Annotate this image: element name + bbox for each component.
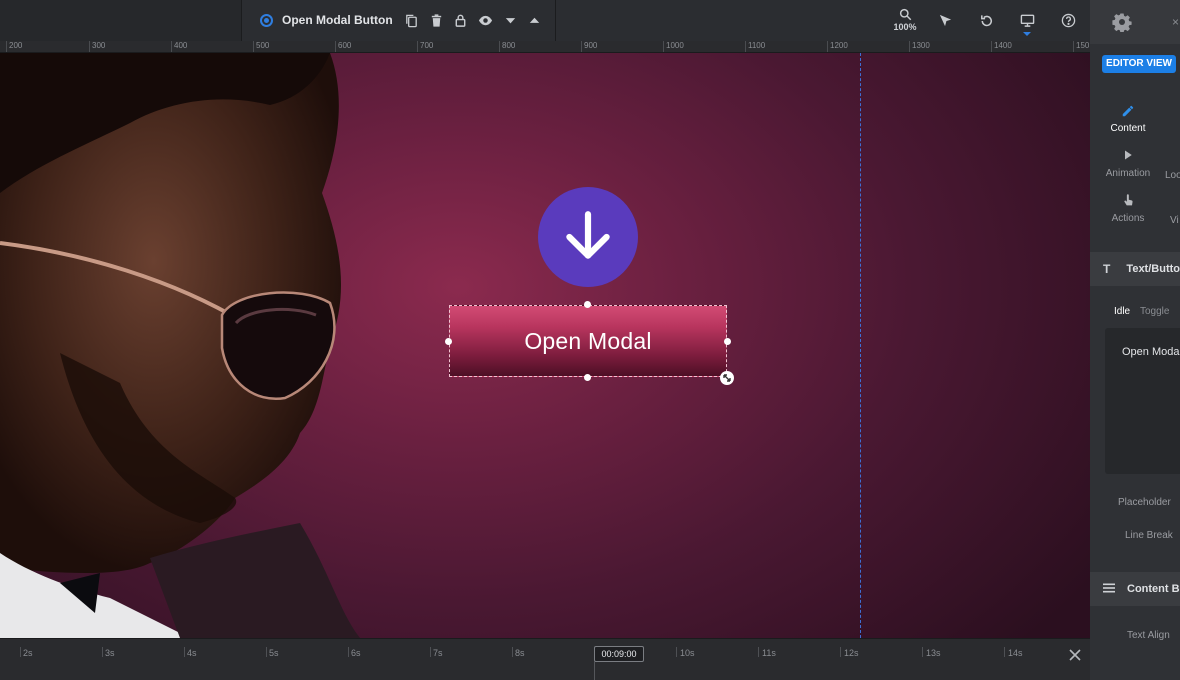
guide-line [860, 53, 861, 638]
ruler-label: 600 [338, 41, 352, 50]
text-align-label: Text Align [1127, 630, 1170, 641]
text-t-icon: T [1103, 262, 1111, 276]
layer-radio-icon[interactable] [260, 14, 273, 27]
search-icon [899, 8, 911, 21]
close-icon[interactable] [1067, 647, 1083, 663]
timeline[interactable]: 2s 3s 4s 5s 6s 7s 8s 10s 11s 12s 13s 14s… [0, 638, 1090, 680]
timeline-label: 13s [926, 648, 941, 658]
resize-handle-top[interactable] [584, 301, 591, 308]
panel-header: × [1090, 0, 1180, 44]
ruler-label: 150 [1076, 41, 1090, 50]
horizontal-ruler: 200 300 400 500 600 700 800 900 1000 110… [0, 41, 1090, 53]
timeline-label: 2s [23, 648, 33, 658]
ruler-label: 500 [256, 41, 270, 50]
resize-handle-left[interactable] [445, 338, 452, 345]
cursor-icon[interactable] [936, 11, 954, 29]
timeline-label: 7s [433, 648, 443, 658]
monitor-active-indicator [1023, 32, 1031, 36]
timeline-label: 6s [351, 648, 361, 658]
button-text-field[interactable]: Open Moda [1105, 328, 1180, 474]
tab-animation-label: Animation [1105, 168, 1151, 179]
ruler-label: 400 [174, 41, 188, 50]
ruler-label: 700 [420, 41, 434, 50]
portrait-image [0, 53, 360, 638]
tab-loop-fragment[interactable]: Loo [1165, 170, 1180, 181]
resize-handle-right[interactable] [724, 338, 731, 345]
ruler-label: 1200 [830, 41, 848, 50]
caret-down-icon[interactable] [501, 11, 519, 29]
pencil-icon [1090, 104, 1166, 120]
timeline-label: 14s [1008, 648, 1023, 658]
list-icon [1103, 582, 1115, 597]
tab-visibility-fragment[interactable]: Vi [1170, 215, 1179, 226]
timeline-playhead[interactable] [594, 661, 595, 680]
play-icon [1090, 149, 1166, 165]
lock-icon[interactable] [451, 11, 469, 29]
eye-icon[interactable] [476, 11, 494, 29]
timeline-label: 12s [844, 648, 859, 658]
panel-close-fragment[interactable]: × [1172, 15, 1179, 29]
open-modal-button-label: Open Modal [524, 327, 652, 354]
line-break-label: Line Break [1125, 530, 1173, 541]
section-content-box-title: Content Bo [1127, 583, 1180, 595]
undo-icon[interactable] [977, 11, 995, 29]
help-icon[interactable] [1059, 11, 1077, 29]
hand-pointer-icon [1090, 194, 1166, 210]
open-modal-button[interactable]: Open Modal [449, 305, 727, 377]
ruler-label: 1300 [912, 41, 930, 50]
slide-canvas[interactable]: Open Modal [0, 53, 1090, 638]
toolbar-left-area [0, 0, 242, 41]
tab-actions-label: Actions [1111, 213, 1145, 224]
tab-animation[interactable]: Animation [1090, 149, 1166, 179]
timeline-label: 10s [680, 648, 695, 658]
gear-icon[interactable] [1112, 12, 1132, 32]
timeline-label: 11s [762, 648, 776, 658]
section-text-button-title: Text/Butto [1126, 263, 1180, 275]
ruler-label: 1000 [666, 41, 684, 50]
ruler-label: 200 [9, 41, 23, 50]
section-content-box[interactable]: Content Bo [1090, 572, 1180, 606]
editor-view-button[interactable]: EDITOR VIEW [1102, 55, 1176, 73]
zoom-control[interactable]: 100% [888, 8, 922, 36]
top-toolbar: Open Modal Button 100% [0, 0, 1090, 41]
ruler-label: 900 [584, 41, 598, 50]
button-text-value: Open Moda [1122, 346, 1180, 358]
timeline-label: 8s [515, 648, 525, 658]
layer-controls: Open Modal Button [242, 0, 556, 41]
timeline-label: 3s [105, 648, 115, 658]
zoom-label: 100% [893, 22, 917, 32]
ruler-label: 1100 [748, 41, 766, 50]
arrow-down-icon[interactable] [538, 187, 638, 287]
tab-actions[interactable]: Actions [1090, 194, 1166, 224]
caret-up-icon[interactable] [525, 11, 543, 29]
ruler-label: 800 [502, 41, 516, 50]
ruler-label: 300 [92, 41, 106, 50]
resize-handle-bottom[interactable] [584, 374, 591, 381]
timeline-current-time[interactable]: 00:09:00 [594, 646, 644, 662]
subtab-toggle[interactable]: Toggle [1140, 306, 1169, 317]
tab-content[interactable]: Content [1090, 104, 1166, 134]
resize-corner-icon[interactable] [720, 371, 734, 385]
copy-icon[interactable] [402, 11, 420, 29]
ruler-label: 1400 [994, 41, 1012, 50]
monitor-icon[interactable] [1018, 11, 1036, 29]
trash-icon[interactable] [427, 11, 445, 29]
timeline-label: 5s [269, 648, 279, 658]
subtab-idle[interactable]: Idle [1114, 306, 1130, 317]
section-text-button[interactable]: T Text/Butto [1090, 252, 1180, 286]
timeline-label: 4s [187, 648, 197, 658]
layer-name[interactable]: Open Modal Button [282, 13, 393, 27]
tab-content-label: Content [1110, 123, 1146, 134]
placeholder-label: Placeholder [1118, 497, 1171, 508]
